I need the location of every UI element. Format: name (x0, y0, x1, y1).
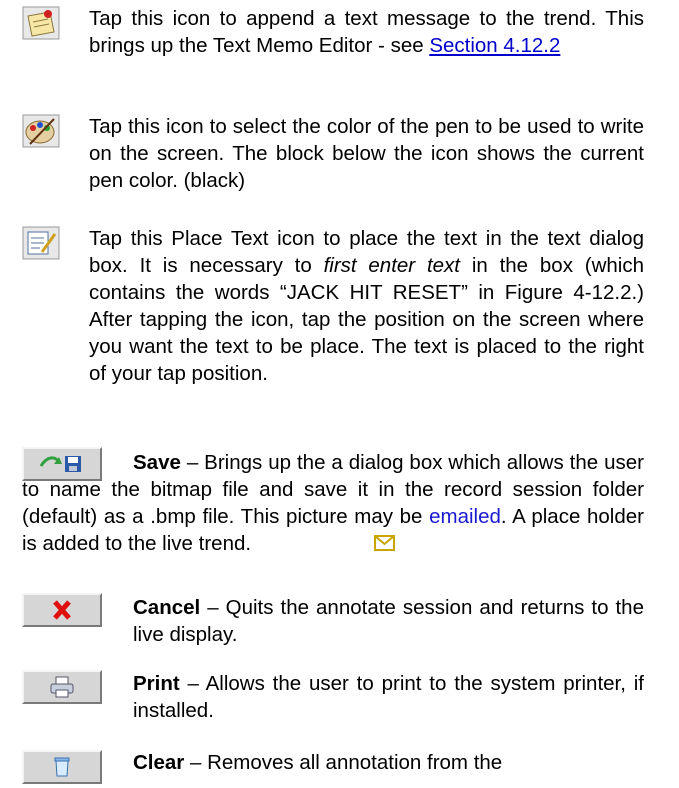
print-label: Print (133, 672, 180, 695)
palette-icon[interactable] (22, 114, 60, 148)
color-description: Tap this icon to select the color of the… (89, 115, 644, 192)
place-text-description: Tap this Place Text icon to place the te… (89, 227, 645, 385)
memo-pin-icon[interactable] (22, 6, 60, 40)
clear-description: Clear – Removes all annotation from the (133, 751, 503, 774)
save-description: Save – Brings up the a dialog box which … (22, 451, 644, 555)
memo-description: Tap this icon to append a text message t… (89, 7, 644, 57)
cancel-description: Cancel – Quits the annotate session and … (133, 596, 644, 646)
envelope-icon (263, 531, 395, 551)
print-description: Print – Allows the user to print to the … (133, 672, 644, 722)
place-text-icon[interactable] (22, 226, 60, 260)
save-label: Save (133, 451, 181, 474)
section-link[interactable]: Section 4.12.2 (429, 34, 560, 57)
emphasis-text: first enter text (323, 254, 460, 277)
clear-label: Clear (133, 751, 185, 774)
emailed-link[interactable]: emailed (429, 505, 501, 528)
cancel-label: Cancel (133, 596, 201, 619)
